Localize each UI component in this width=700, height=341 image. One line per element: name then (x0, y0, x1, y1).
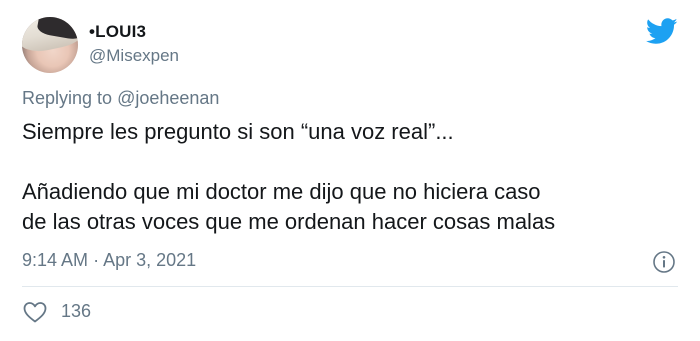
divider (22, 286, 678, 287)
tweet-date: Apr 3, 2021 (103, 250, 197, 270)
tweet-text-line: Siempre les pregunto si son “una voz rea… (22, 119, 454, 144)
twitter-bird-icon[interactable] (646, 18, 678, 45)
meta-separator: · (93, 250, 100, 270)
tweet-text-line: Añadiendo que mi doctor me dijo que no h… (22, 179, 541, 204)
tweet-time: 9:14 AM (22, 250, 89, 270)
replying-prefix: Replying to (22, 88, 113, 108)
info-icon[interactable] (652, 250, 676, 274)
tweet-card: •LOUI3 @Misexpen Replying to @joeheenan … (0, 0, 700, 341)
user-handle[interactable]: @Misexpen (89, 46, 179, 66)
tweet-text-line: de las otras voces que me ordenan hacer … (22, 209, 556, 234)
replying-to: Replying to @joeheenan (22, 88, 219, 109)
reply-mention-link[interactable]: @joeheenan (117, 88, 219, 108)
heart-icon[interactable] (22, 300, 48, 324)
avatar[interactable] (22, 17, 78, 73)
tweet-timestamp[interactable]: 9:14 AM · Apr 3, 2021 (22, 250, 196, 271)
likes-count[interactable]: 136 (61, 301, 91, 322)
display-name[interactable]: •LOUI3 (89, 22, 146, 42)
